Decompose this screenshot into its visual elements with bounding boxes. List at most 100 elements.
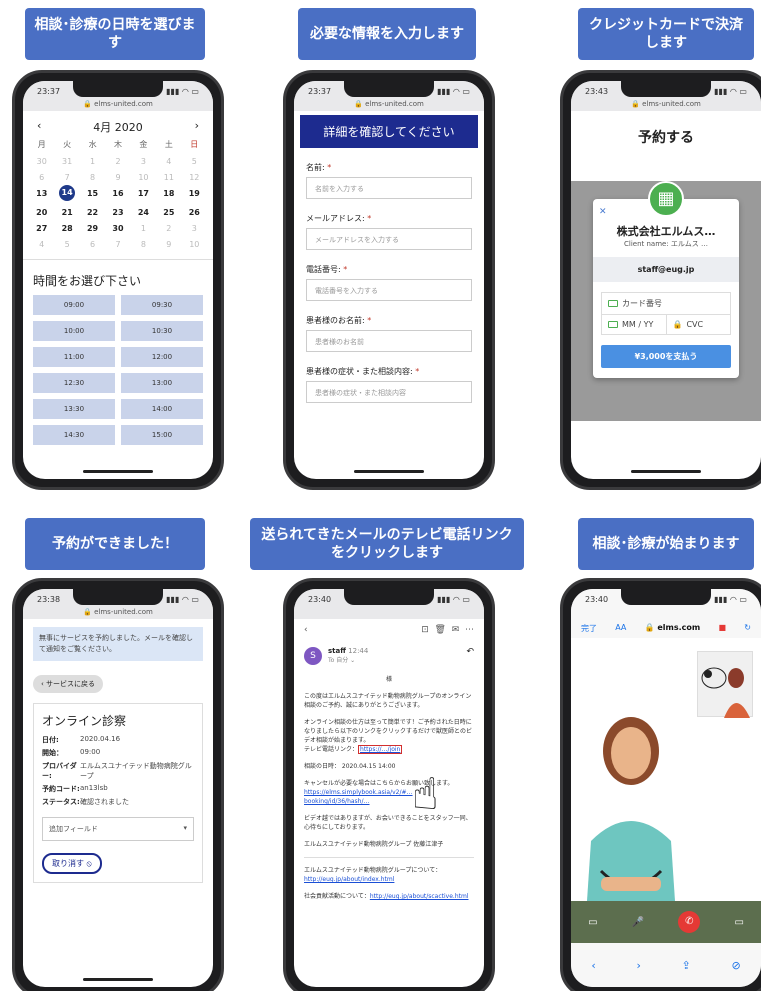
url-bar[interactable]: 🔒 elms-united.com	[571, 100, 761, 108]
time-slot[interactable]: 11:00	[33, 347, 115, 367]
time-slot[interactable]: 15:00	[121, 425, 203, 445]
form-input[interactable]: 名前を入力する	[306, 177, 472, 199]
store-logo-icon: ▦	[648, 181, 684, 217]
cancel-link[interactable]: https://elms.simplybook.asia/v2/#…bookin…	[304, 789, 413, 805]
time-slot[interactable]: 14:30	[33, 425, 115, 445]
time-slot[interactable]: 10:00	[33, 321, 115, 341]
form-input[interactable]: 電話番号を入力する	[306, 279, 472, 301]
clock: 23:43	[585, 87, 609, 96]
phone-email: 23:40 ▮▮▮ ◠ ▭ ‹ ⊡ 🗑 ✉ ⋯ S staff 12:44 To…	[283, 578, 495, 991]
time-title: 時間をお選び下さい	[23, 259, 213, 295]
card-number-input[interactable]: カード番号	[602, 293, 730, 315]
url-bar[interactable]: 🔒 elms-united.com	[23, 608, 213, 616]
calendar-day: 9	[115, 173, 121, 182]
calendar-day[interactable]: 28	[54, 224, 79, 233]
share-icon[interactable]: ⇪	[682, 959, 691, 972]
calendar-day: 2	[166, 224, 172, 233]
calendar-day: 3	[191, 224, 197, 233]
calendar-day[interactable]: 24	[131, 208, 156, 217]
back-to-service-button[interactable]: ‹ サービスに戻る	[33, 675, 104, 693]
card-icon	[608, 300, 618, 307]
calendar-day[interactable]: 22	[80, 208, 105, 217]
calendar-day: 4	[166, 157, 172, 166]
form-input[interactable]: メールアドレスを入力する	[306, 228, 472, 250]
calendar-day[interactable]: 18	[156, 189, 181, 201]
calendar-day[interactable]: 13	[29, 189, 54, 201]
sent-time: 12:44	[348, 647, 369, 655]
trash-icon[interactable]: 🗑	[435, 625, 446, 635]
pay-button[interactable]: ¥3,000を支払う	[601, 345, 731, 368]
archive-icon[interactable]: ⊡	[421, 625, 429, 635]
next-month-button[interactable]: ›	[195, 119, 199, 135]
calendar-day[interactable]: 19	[182, 189, 207, 201]
calendar-day: 7	[115, 240, 121, 249]
video-feed	[571, 641, 761, 943]
time-slot[interactable]: 12:00	[121, 347, 203, 367]
reply-icon[interactable]: ↶	[466, 647, 474, 657]
signal-icon: ▮▮▮ ◠ ▭	[166, 595, 199, 604]
mail-icon[interactable]: ✉	[452, 625, 460, 635]
mute-icon[interactable]: 🎤	[632, 917, 644, 928]
close-icon[interactable]: ✕	[599, 207, 607, 217]
compass-icon[interactable]: ⊘	[731, 959, 740, 972]
calendar-day: 5	[64, 240, 70, 249]
expiry-input[interactable]: MM / YY	[602, 315, 666, 334]
form-banner: 詳細を確認してください	[300, 115, 478, 148]
calendar-day[interactable]: 20	[29, 208, 54, 217]
url-bar[interactable]: 🔒 elms-united.com	[294, 100, 484, 108]
url-bar[interactable]: 🔒 elms.com	[645, 623, 701, 634]
form-input[interactable]: 患者様のお名前	[306, 330, 472, 352]
step-3-title: クレジットカードで決済します	[578, 8, 754, 60]
more-icon[interactable]: ▭	[734, 917, 743, 928]
time-slot[interactable]: 14:00	[121, 399, 203, 419]
calendar-day[interactable]: 21	[54, 208, 79, 217]
more-icon[interactable]: ⋯	[465, 625, 474, 635]
calendar-day-selected[interactable]: 14	[54, 185, 79, 201]
lock-icon: 🔒	[672, 320, 683, 329]
camera-toggle-icon[interactable]: ▭	[588, 917, 597, 928]
camera-icon[interactable]: ■	[718, 623, 726, 634]
video-call-link[interactable]: https://…/join	[358, 745, 403, 754]
signal-icon: ▮▮▮ ◠ ▭	[437, 87, 470, 96]
back-icon[interactable]: ‹	[304, 625, 308, 635]
signal-icon: ▮▮▮ ◠ ▭	[166, 87, 199, 96]
back-icon[interactable]: ‹	[591, 959, 595, 972]
social-link[interactable]: http://eug.jp/about/scactive.html	[370, 893, 469, 900]
cancel-booking-button[interactable]: 取り消す ⦸	[42, 853, 102, 874]
calendar-day[interactable]: 25	[156, 208, 181, 217]
forward-icon[interactable]: ›	[636, 959, 640, 972]
calendar-day[interactable]: 23	[105, 208, 130, 217]
field-label: メールアドレス: *	[306, 214, 372, 223]
url-bar[interactable]: 🔒 elms-united.com	[23, 100, 213, 108]
time-slot[interactable]: 13:30	[33, 399, 115, 419]
phone-payment: 23:43 ▮▮▮ ◠ ▭ 🔒 elms-united.com 予約する ✕ ▦…	[560, 70, 761, 490]
time-slot[interactable]: 09:30	[121, 295, 203, 315]
calendar-grid: 月火水木金土日 30 31 1 2 3 4 5 6 7 8 9 10 11 12 13 14 15 16 17 18 19…	[23, 139, 213, 249]
time-slot[interactable]: 10:30	[121, 321, 203, 341]
calendar-day[interactable]: 17	[131, 189, 156, 201]
calendar-day[interactable]: 16	[105, 189, 130, 201]
time-slot[interactable]: 09:00	[33, 295, 115, 315]
time-slot[interactable]: 12:30	[33, 373, 115, 393]
additional-fields-select[interactable]: 追加フィールド ▾	[42, 817, 194, 841]
about-link[interactable]: http://eug.jp/about/index.html	[304, 876, 394, 883]
service-title: オンライン診察	[42, 714, 127, 728]
detail-row: 開始： 09:00	[42, 748, 101, 757]
calendar-day[interactable]: 26	[182, 208, 207, 217]
signal-icon: ▮▮▮ ◠ ▭	[714, 87, 747, 96]
reload-icon[interactable]: ↻	[744, 623, 751, 634]
calendar-day: 6	[90, 240, 96, 249]
prev-month-button[interactable]: ‹	[37, 119, 41, 135]
done-button[interactable]: 完了	[581, 623, 597, 634]
calendar-day[interactable]: 27	[29, 224, 54, 233]
calendar-day[interactable]: 29	[80, 224, 105, 233]
cvc-input[interactable]: 🔒 CVC	[665, 315, 731, 334]
end-call-button[interactable]: ✆	[678, 911, 701, 933]
phone-confirmation: 23:38 ▮▮▮ ◠ ▭ 🔒 elms-united.com 無事にサービスを…	[12, 578, 224, 991]
calendar-day[interactable]: 30	[105, 224, 130, 233]
recipient: To 自分 ⌄	[328, 657, 356, 664]
text-size-button[interactable]: AA	[615, 623, 626, 634]
calendar-day[interactable]: 15	[80, 189, 105, 201]
form-input[interactable]: 患者様の症状・また相談内容	[306, 381, 472, 403]
time-slot[interactable]: 13:00	[121, 373, 203, 393]
